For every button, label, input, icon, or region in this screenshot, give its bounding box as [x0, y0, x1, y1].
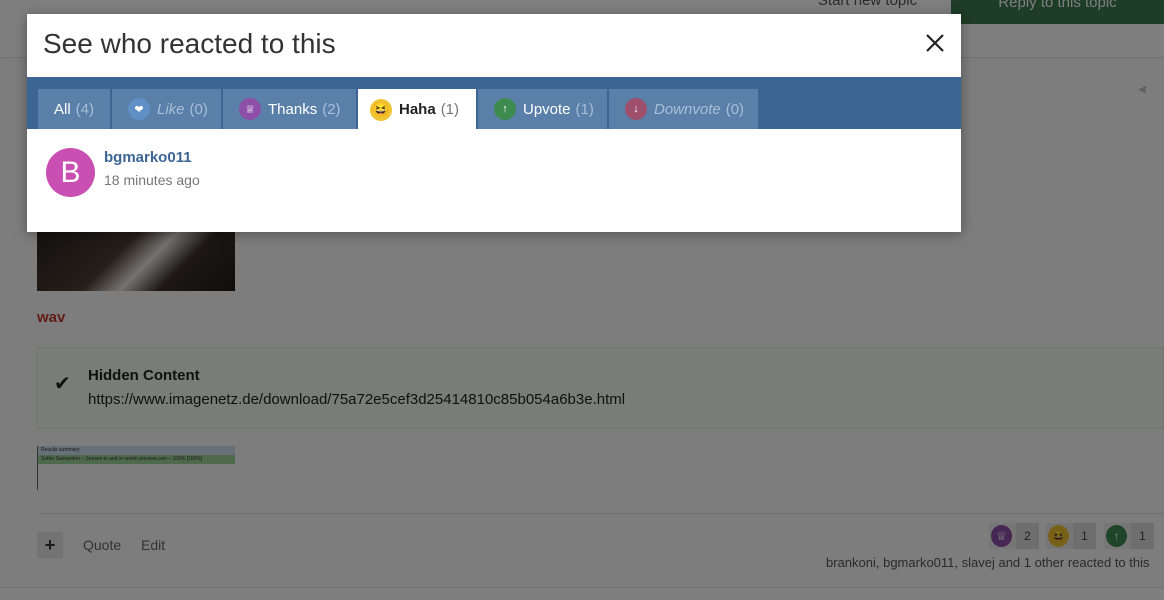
heart-icon: ❤	[128, 98, 150, 120]
tab-count: (1)	[440, 101, 460, 118]
tab-count: (0)	[725, 100, 745, 118]
tab-downvote[interactable]: ↓ Downvote (0)	[609, 89, 758, 129]
tab-count: (1)	[575, 100, 594, 118]
tab-thanks[interactable]: ♕ Thanks (2)	[223, 89, 356, 129]
reaction-tabs: All (4) ❤ Like (0) ♕ Thanks (2) 😆 Haha (…	[27, 77, 961, 130]
tab-label: Thanks	[268, 100, 318, 118]
trophy-icon: ♕	[239, 98, 261, 120]
laughing-face-icon: 😆	[370, 98, 392, 121]
tab-label: Haha	[399, 101, 436, 118]
tab-count: (0)	[189, 100, 208, 118]
tab-haha[interactable]: 😆 Haha (1)	[358, 89, 476, 130]
reactions-dialog: See who reacted to this All (4) ❤ Like (…	[27, 14, 961, 232]
arrow-down-icon: ↓	[625, 98, 647, 120]
arrow-up-icon: ↑	[494, 98, 516, 120]
tab-label: Like	[157, 100, 185, 118]
tab-all[interactable]: All (4)	[38, 89, 110, 129]
close-icon[interactable]	[923, 31, 947, 55]
tab-label: Upvote	[523, 100, 571, 118]
reactor-list-item: B bgmarko011 18 minutes ago	[46, 148, 646, 198]
tab-count: (4)	[75, 100, 95, 118]
tab-upvote[interactable]: ↑ Upvote (1)	[478, 89, 607, 129]
tab-label: Downvote	[654, 100, 721, 118]
reactor-username[interactable]: bgmarko011	[104, 149, 192, 166]
reaction-time: 18 minutes ago	[104, 172, 200, 188]
tab-like[interactable]: ❤ Like (0)	[112, 89, 221, 129]
avatar[interactable]: B	[46, 148, 95, 197]
tab-count: (2)	[322, 100, 341, 118]
tab-label: All	[54, 100, 71, 118]
dialog-title: See who reacted to this	[43, 28, 336, 59]
